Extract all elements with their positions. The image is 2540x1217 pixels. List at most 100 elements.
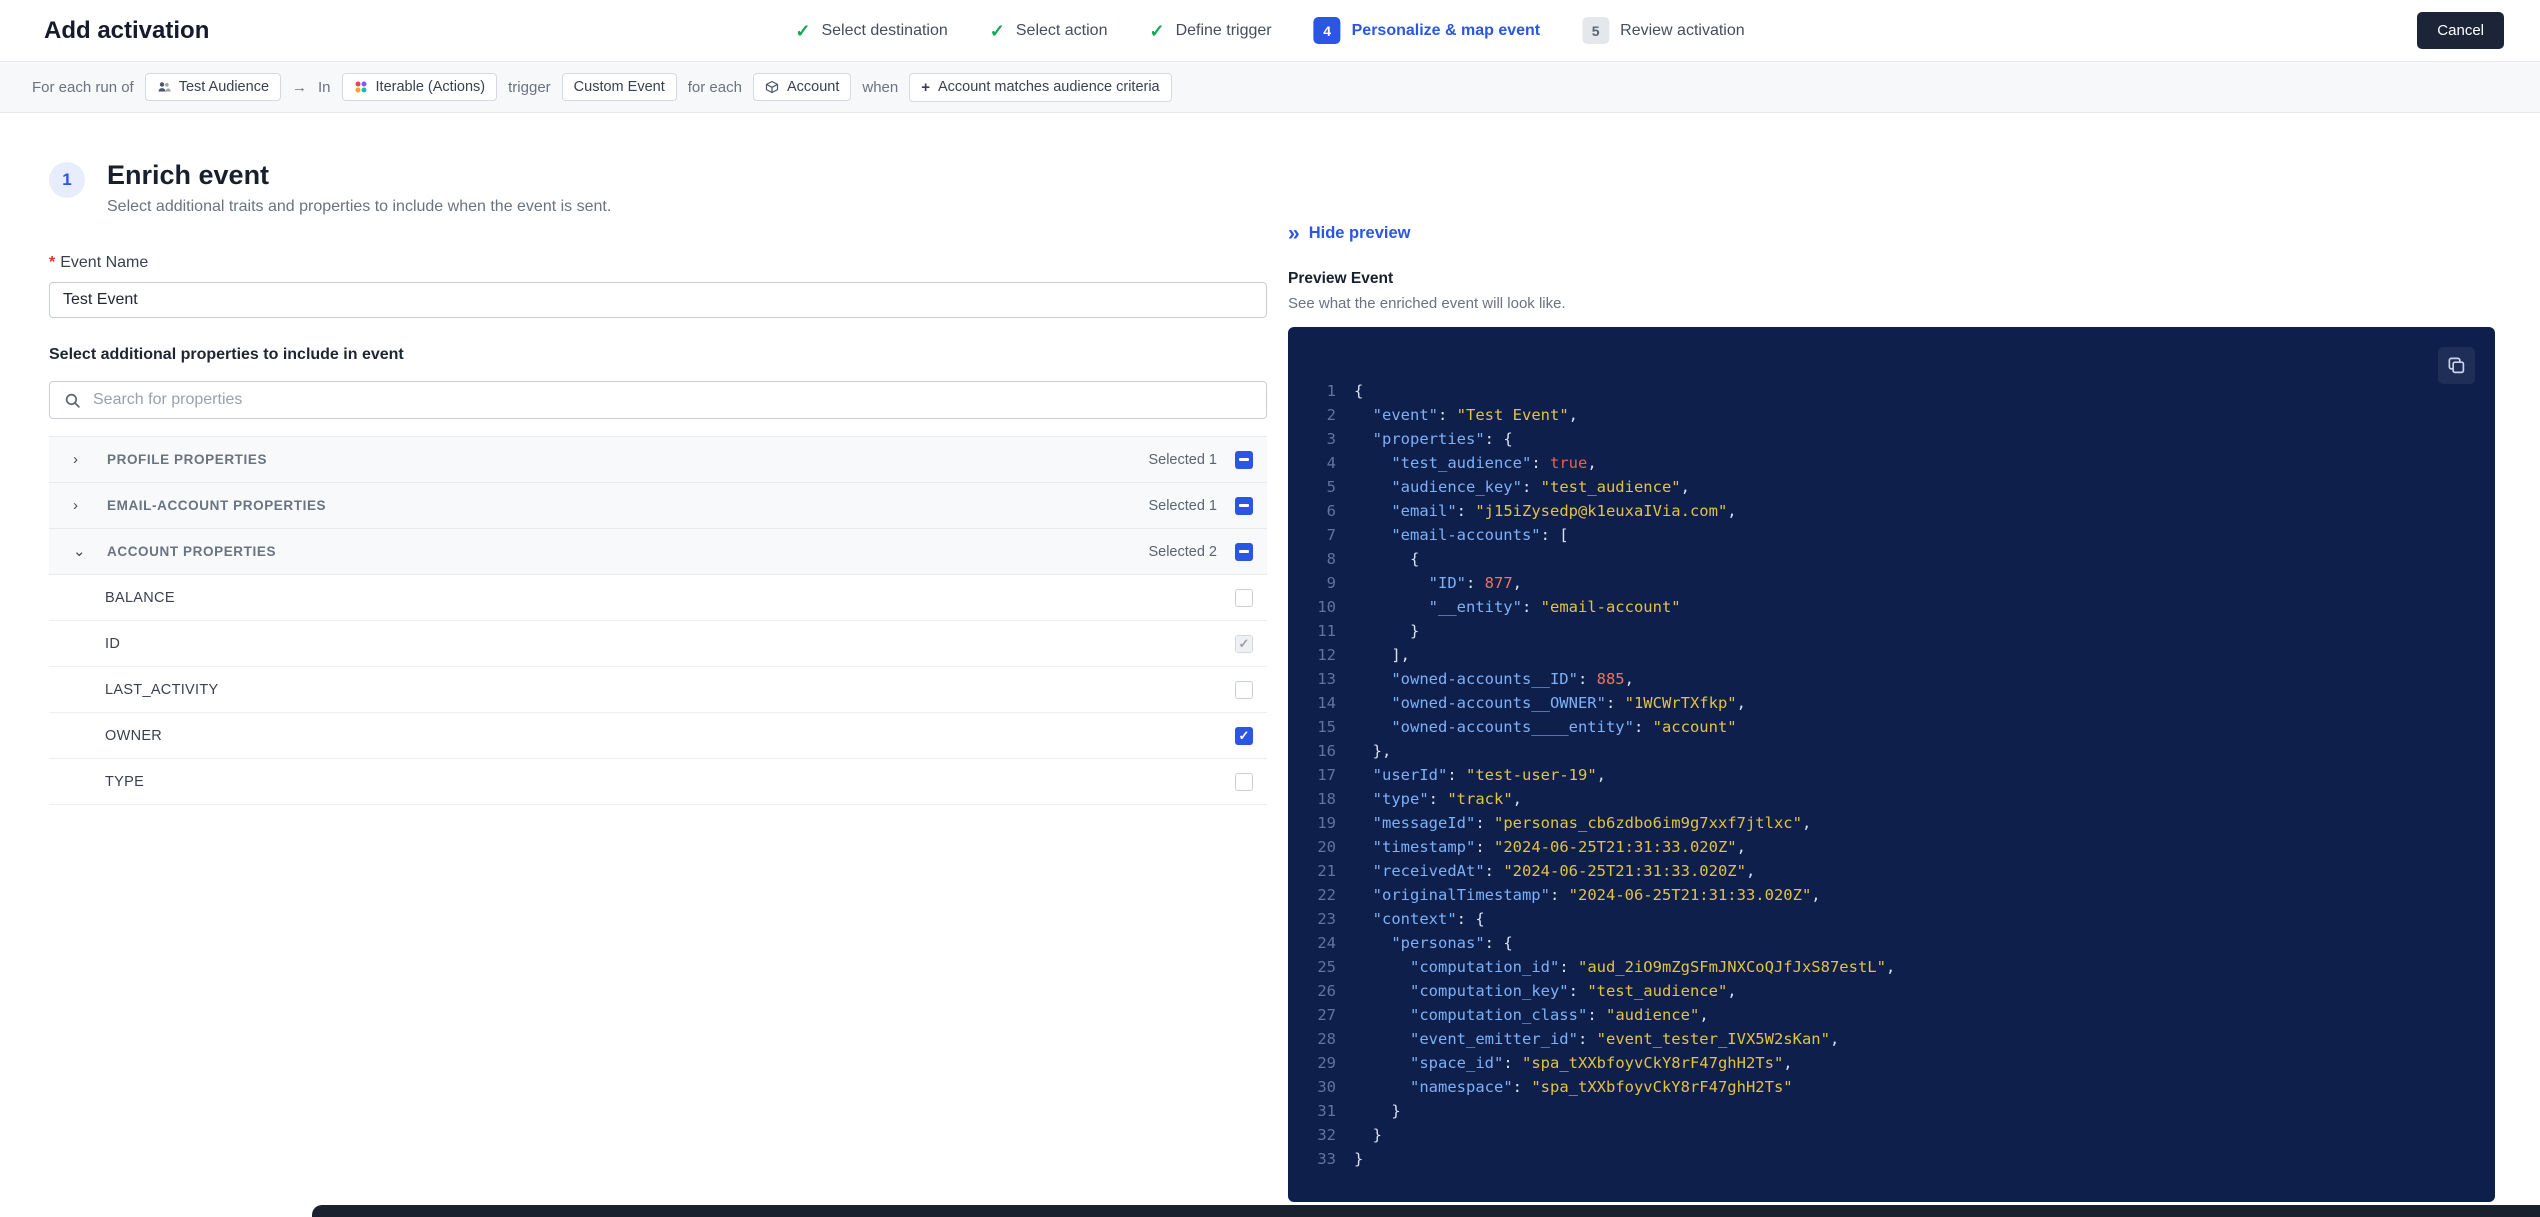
line-number: 8 — [1326, 550, 1336, 568]
line-number: 12 — [1317, 646, 1336, 664]
hide-preview-link[interactable]: » Hide preview — [1288, 223, 1410, 244]
line-number: 6 — [1326, 502, 1336, 520]
step-select-action[interactable]: ✓ Select action — [990, 22, 1108, 40]
search-input[interactable] — [91, 390, 1252, 411]
trigger-bar: For each run of Test Audience → In Iterable … — [0, 62, 2540, 113]
line-number: 25 — [1317, 958, 1336, 976]
plus-icon: + — [921, 78, 930, 96]
step-personalize-map-event[interactable]: 4 Personalize & map event — [1313, 17, 1541, 44]
code-line: 23 "context": { — [1288, 907, 2495, 931]
code-line: 25 "computation_id": "aud_2iO9mZgSFmJNXC… — [1288, 955, 2495, 979]
code-line: 24 "personas": { — [1288, 931, 2495, 955]
property-section-email-account-properties[interactable]: › EMAIL-ACCOUNT PROPERTIES Selected 1 — [49, 483, 1267, 530]
property-search[interactable] — [49, 381, 1267, 420]
section-checkbox-indeterminate[interactable] — [1235, 496, 1253, 515]
cancel-button[interactable]: Cancel — [2417, 12, 2504, 49]
chip-label: Account matches audience criteria — [937, 79, 1160, 95]
property-section-account-properties[interactable]: ⌄ ACCOUNT PROPERTIES Selected 2 — [49, 529, 1267, 576]
step-check-icon: ✓ — [989, 20, 1005, 41]
add-activation-page: Add activation ✓ Select destination ✓ Selec… — [0, 0, 2540, 1217]
preview-panel: » Hide preview Preview Event See what th… — [1288, 223, 2495, 1202]
section-label: PROFILE PROPERTIES — [107, 452, 268, 468]
selected-count: Selected 1 — [1148, 497, 1217, 514]
property-row-balance[interactable]: BALANCE — [49, 575, 1267, 622]
line-number: 9 — [1326, 574, 1336, 592]
step-header: 1 Enrich event Select additional traits … — [49, 159, 1267, 216]
property-checkbox[interactable] — [1235, 588, 1253, 607]
line-number: 7 — [1326, 526, 1336, 544]
code-line: 14 "owned-accounts__OWNER": "1WCWrTXfkp"… — [1288, 691, 2495, 715]
chip-custom-event[interactable]: Custom Event — [561, 73, 677, 101]
step-number: 5 — [1582, 17, 1610, 44]
code-line: 32 } — [1288, 1123, 2495, 1147]
chip-account[interactable]: Account — [752, 73, 852, 101]
step-define-trigger[interactable]: ✓ Define trigger — [1149, 22, 1271, 40]
property-checkbox[interactable] — [1235, 772, 1253, 791]
line-number: 17 — [1317, 766, 1336, 784]
property-checkbox[interactable]: ✓ — [1235, 726, 1253, 745]
chevron-down-icon: ⌄ — [73, 543, 86, 561]
line-number: 19 — [1317, 814, 1336, 832]
code-line: 4 "test_audience": true, — [1288, 451, 2495, 475]
chip-test-audience[interactable]: Test Audience — [144, 73, 282, 101]
step-select-destination[interactable]: ✓ Select destination — [795, 22, 947, 40]
step-check-icon: ✓ — [795, 20, 811, 41]
line-number: 14 — [1317, 694, 1336, 712]
code-line: 7 "email-accounts": [ — [1288, 523, 2495, 547]
code-line: 10 "__entity": "email-account" — [1288, 595, 2495, 619]
chevron-right-icon: › — [73, 451, 78, 469]
line-number: 11 — [1317, 622, 1336, 640]
code-line: 12 ], — [1288, 643, 2495, 667]
property-checkbox[interactable] — [1235, 680, 1253, 699]
line-number: 30 — [1317, 1078, 1336, 1096]
section-checkbox-indeterminate[interactable] — [1235, 542, 1253, 561]
property-row-last-activity[interactable]: LAST_ACTIVITY — [49, 667, 1267, 714]
step-label: Personalize & map event — [1351, 21, 1541, 39]
chip-account-matches-audience-criteria[interactable]: + Account matches audience criteria — [909, 72, 1172, 102]
code-line: 27 "computation_class": "audience", — [1288, 1003, 2495, 1027]
step-number-badge: 1 — [49, 162, 85, 198]
property-row-owner[interactable]: OWNER ✓ — [49, 713, 1267, 760]
property-label: LAST_ACTIVITY — [105, 681, 219, 698]
line-number: 13 — [1317, 670, 1336, 688]
line-number: 1 — [1326, 382, 1336, 400]
code-line: 16 }, — [1288, 739, 2495, 763]
step-label: Review activation — [1620, 21, 1745, 39]
copy-icon — [2447, 356, 2466, 375]
chip-iterable-actions[interactable]: Iterable (Actions) — [341, 73, 498, 101]
section-label: EMAIL-ACCOUNT PROPERTIES — [107, 498, 327, 514]
section-checkbox-indeterminate[interactable] — [1235, 450, 1253, 469]
preview-subtitle: See what the enriched event will look li… — [1288, 295, 1566, 312]
property-label: OWNER — [105, 727, 163, 744]
code-line: 21 "receivedAt": "2024-06-25T21:31:33.02… — [1288, 859, 2495, 883]
property-checkbox[interactable]: ✓ — [1235, 634, 1253, 653]
line-number: 22 — [1317, 886, 1336, 904]
line-number: 2 — [1326, 406, 1336, 424]
line-number: 33 — [1317, 1150, 1336, 1168]
line-number: 4 — [1326, 454, 1336, 472]
property-row-id[interactable]: ID ✓ — [49, 621, 1267, 668]
code-line: 5 "audience_key": "test_audience", — [1288, 475, 2495, 499]
property-label: TYPE — [105, 773, 145, 790]
step-review-activation[interactable]: 5 Review activation — [1582, 17, 1745, 44]
property-section-profile-properties[interactable]: › PROFILE PROPERTIES Selected 1 — [49, 437, 1267, 484]
destination-icon — [354, 80, 368, 94]
section-subtitle: Select additional traits and properties … — [107, 198, 612, 216]
line-number: 5 — [1326, 478, 1336, 496]
bottom-bar — [312, 1205, 2540, 1217]
section-title: Enrich event — [107, 160, 270, 190]
arrow-right-icon: → — [292, 78, 308, 96]
event-name-input[interactable] — [49, 282, 1267, 319]
line-number: 31 — [1317, 1102, 1336, 1120]
section-label: ACCOUNT PROPERTIES — [107, 544, 277, 560]
step-label: Define trigger — [1175, 21, 1272, 39]
line-number: 16 — [1317, 742, 1336, 760]
step-label: Select destination — [821, 21, 948, 39]
code-line: 2 "event": "Test Event", — [1288, 403, 2495, 427]
code-line: 6 "email": "j15iZysedp@k1euxaIVia.com", — [1288, 499, 2495, 523]
copy-button[interactable] — [2438, 347, 2475, 384]
hide-preview-label: Hide preview — [1308, 224, 1411, 242]
property-row-type[interactable]: TYPE — [49, 759, 1267, 806]
step-number: 4 — [1313, 17, 1341, 44]
line-number: 26 — [1317, 982, 1336, 1000]
